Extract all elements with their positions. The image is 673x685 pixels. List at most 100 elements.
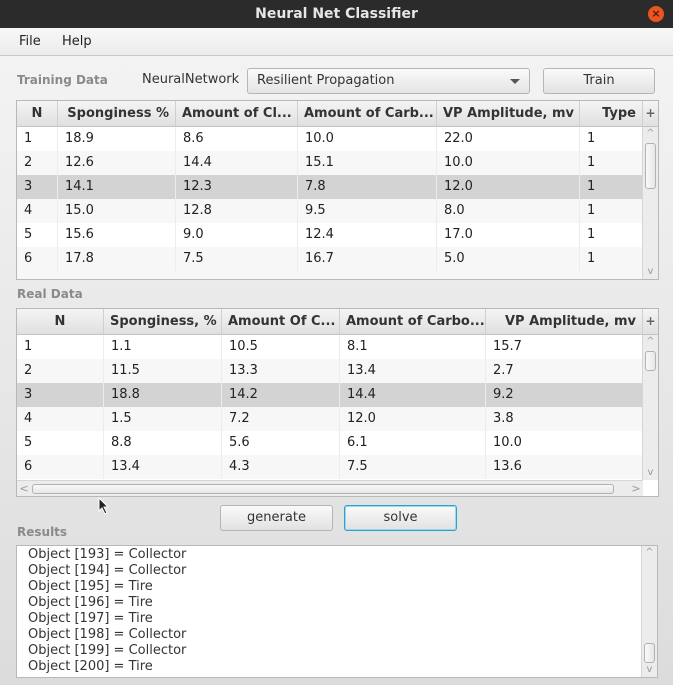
- menu-file[interactable]: File: [19, 34, 41, 49]
- table-row[interactable]: 2 12.6 14.4 15.1 10.0 1: [17, 151, 643, 175]
- column-header-chlorine[interactable]: Amount of Cl...: [176, 101, 298, 127]
- table-row[interactable]: 4 1.5 7.2 12.0 3.8: [17, 407, 643, 431]
- scroll-thumb[interactable]: [645, 143, 656, 189]
- table-cell[interactable]: 1.1: [104, 335, 222, 359]
- table-cell[interactable]: 2: [17, 151, 58, 175]
- table-cell[interactable]: 1: [17, 127, 58, 151]
- scroll-left-icon[interactable]: <: [17, 481, 31, 496]
- table-cell[interactable]: 8.8: [104, 431, 222, 455]
- table-cell[interactable]: 10.5: [222, 335, 340, 359]
- column-menu-plus-icon[interactable]: +: [642, 309, 658, 335]
- scroll-up-icon[interactable]: ^: [643, 127, 658, 141]
- table-cell[interactable]: 13.4: [340, 359, 486, 383]
- table-cell[interactable]: 15.0: [58, 199, 176, 223]
- table-cell[interactable]: 14.4: [340, 383, 486, 407]
- results-textarea[interactable]: Object [193] = Collector Object [194] = C…: [16, 545, 658, 678]
- column-header-carbon[interactable]: Amount of Carb...: [298, 101, 437, 127]
- close-icon[interactable]: ×: [648, 6, 664, 22]
- column-header-n[interactable]: N: [17, 309, 104, 335]
- table-cell[interactable]: 2: [17, 359, 104, 383]
- table-cell[interactable]: 12.3: [176, 175, 298, 199]
- table-cell[interactable]: 7.2: [222, 407, 340, 431]
- table-cell[interactable]: 12.8: [176, 199, 298, 223]
- scroll-right-icon[interactable]: >: [629, 481, 643, 496]
- table-row[interactable]: 6 13.4 4.3 7.5 13.6: [17, 455, 643, 479]
- table-cell[interactable]: 13.3: [222, 359, 340, 383]
- real-vertical-scrollbar[interactable]: ^ v: [642, 335, 658, 480]
- table-cell[interactable]: 22.0: [437, 127, 580, 151]
- real-horizontal-scrollbar[interactable]: < >: [17, 480, 643, 496]
- table-cell[interactable]: 5: [17, 223, 58, 247]
- table-cell[interactable]: 14.4: [176, 151, 298, 175]
- table-cell[interactable]: 1: [580, 223, 643, 247]
- table-cell[interactable]: 1: [580, 175, 643, 199]
- column-header-chlorine[interactable]: Amount Of C...: [222, 309, 340, 335]
- table-row[interactable]: 2 11.5 13.3 13.4 2.7: [17, 359, 643, 383]
- table-row[interactable]: 5 8.8 5.6 6.1 10.0: [17, 431, 643, 455]
- table-cell[interactable]: 3: [17, 383, 104, 407]
- table-cell[interactable]: 17.0: [437, 223, 580, 247]
- training-vertical-scrollbar[interactable]: ^ v: [642, 127, 658, 279]
- table-cell[interactable]: 1: [580, 127, 643, 151]
- table-cell[interactable]: 10.0: [437, 151, 580, 175]
- table-cell[interactable]: 2.7: [486, 359, 643, 383]
- table-cell[interactable]: 17.8: [58, 247, 176, 271]
- table-row[interactable]: 1 18.9 8.6 10.0 22.0 1: [17, 127, 643, 151]
- column-header-vp-amplitude[interactable]: VP Amplitude, mv: [437, 101, 580, 127]
- table-cell[interactable]: 10.0: [298, 127, 437, 151]
- scroll-thumb[interactable]: [644, 643, 655, 663]
- table-cell[interactable]: 3.8: [486, 407, 643, 431]
- table-cell[interactable]: 1: [580, 199, 643, 223]
- solve-button[interactable]: solve: [344, 505, 457, 531]
- table-cell[interactable]: 1: [580, 247, 643, 271]
- scroll-down-icon[interactable]: v: [643, 466, 658, 480]
- algorithm-select[interactable]: Resilient Propagation: [247, 68, 530, 94]
- table-cell[interactable]: 4.3: [222, 455, 340, 479]
- table-cell[interactable]: 6: [17, 455, 104, 479]
- train-button[interactable]: Train: [543, 68, 655, 94]
- table-cell[interactable]: 1: [17, 335, 104, 359]
- column-header-sponginess[interactable]: Sponginess, %: [104, 309, 222, 335]
- table-row[interactable]: 3 14.1 12.3 7.8 12.0 1: [17, 175, 643, 199]
- table-row[interactable]: 1 1.1 10.5 8.1 15.7: [17, 335, 643, 359]
- table-cell[interactable]: 1.5: [104, 407, 222, 431]
- column-header-vp-amplitude[interactable]: VP Amplitude, mv: [486, 309, 643, 335]
- table-cell[interactable]: 4: [17, 199, 58, 223]
- table-cell[interactable]: 18.9: [58, 127, 176, 151]
- column-header-carbon[interactable]: Amount of Carbo...: [340, 309, 486, 335]
- results-vertical-scrollbar[interactable]: ^ v: [641, 546, 657, 677]
- table-cell[interactable]: 7.8: [298, 175, 437, 199]
- table-cell[interactable]: 6.1: [340, 431, 486, 455]
- table-cell[interactable]: 15.6: [58, 223, 176, 247]
- column-menu-plus-icon[interactable]: +: [642, 101, 658, 127]
- table-cell[interactable]: 14.2: [222, 383, 340, 407]
- table-cell[interactable]: 11.5: [104, 359, 222, 383]
- table-cell[interactable]: 5.6: [222, 431, 340, 455]
- column-header-n[interactable]: N: [17, 101, 58, 127]
- table-cell[interactable]: 9.0: [176, 223, 298, 247]
- table-cell[interactable]: 16.7: [298, 247, 437, 271]
- table-cell[interactable]: 15.7: [486, 335, 643, 359]
- table-cell[interactable]: 12.0: [340, 407, 486, 431]
- table-cell[interactable]: 8.0: [437, 199, 580, 223]
- table-cell[interactable]: 9.5: [298, 199, 437, 223]
- generate-button[interactable]: generate: [220, 505, 333, 531]
- table-cell[interactable]: 8.1: [340, 335, 486, 359]
- table-cell[interactable]: 15.1: [298, 151, 437, 175]
- table-cell[interactable]: 9.2: [486, 383, 643, 407]
- column-header-sponginess[interactable]: Sponginess %: [58, 101, 176, 127]
- table-row[interactable]: 4 15.0 12.8 9.5 8.0 1: [17, 199, 643, 223]
- table-cell[interactable]: 8.6: [176, 127, 298, 151]
- scroll-up-icon[interactable]: ^: [642, 546, 657, 560]
- table-row[interactable]: 3 18.8 14.2 14.4 9.2: [17, 383, 643, 407]
- scroll-up-icon[interactable]: ^: [643, 335, 658, 349]
- table-cell[interactable]: 14.1: [58, 175, 176, 199]
- table-row[interactable]: 5 15.6 9.0 12.4 17.0 1: [17, 223, 643, 247]
- table-cell[interactable]: 13.6: [486, 455, 643, 479]
- table-row[interactable]: 6 17.8 7.5 16.7 5.0 1: [17, 247, 643, 271]
- table-cell[interactable]: 13.4: [104, 455, 222, 479]
- table-cell[interactable]: 4: [17, 407, 104, 431]
- column-header-type[interactable]: Type: [580, 101, 643, 127]
- scroll-down-icon[interactable]: v: [643, 265, 658, 279]
- table-cell[interactable]: 1: [580, 151, 643, 175]
